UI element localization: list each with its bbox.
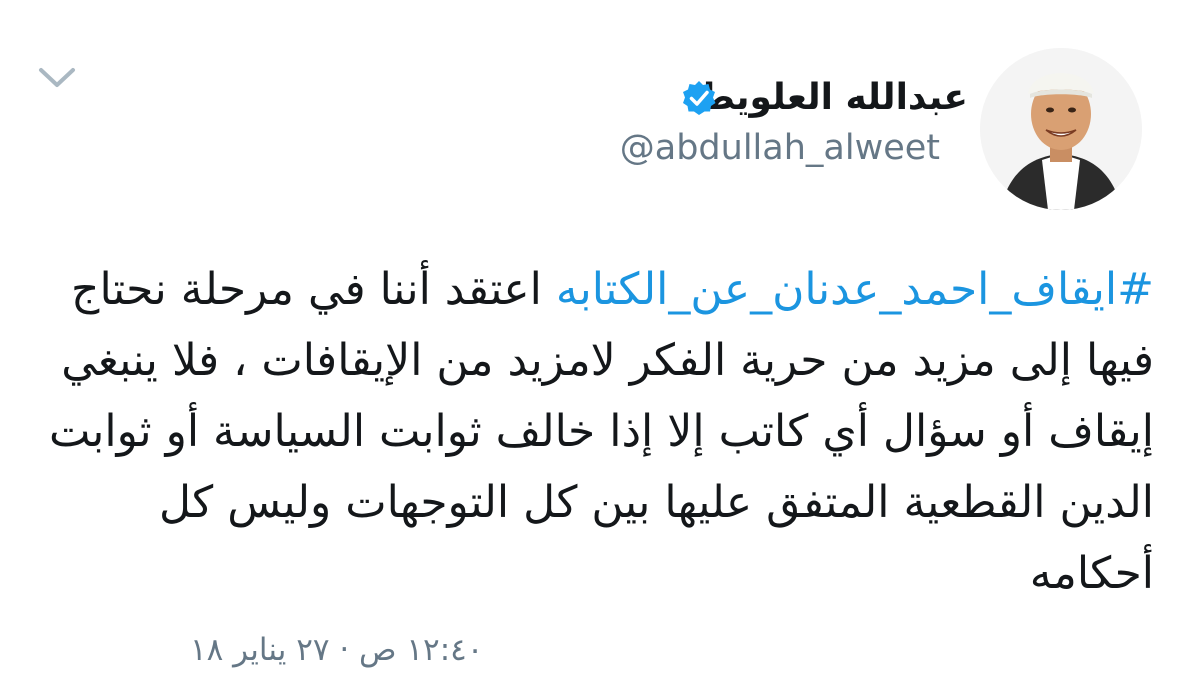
chevron-down-icon[interactable] <box>38 66 76 90</box>
user-handle[interactable]: @abdullah_alweet <box>620 126 940 170</box>
hashtag-link[interactable]: #ايقاف_احمد_عدنان_عن_الكتابه <box>556 264 1154 315</box>
display-name[interactable]: عبدالله العلويط <box>697 78 968 118</box>
tweet-timestamp[interactable]: ١٢:٤٠ ص · ٢٧ يناير ١٨ <box>190 630 483 670</box>
verified-badge-icon <box>680 79 718 117</box>
tweet-text: #ايقاف_احمد_عدنان_عن_الكتابه اعتقد أننا … <box>34 254 1154 609</box>
avatar[interactable] <box>980 48 1142 210</box>
